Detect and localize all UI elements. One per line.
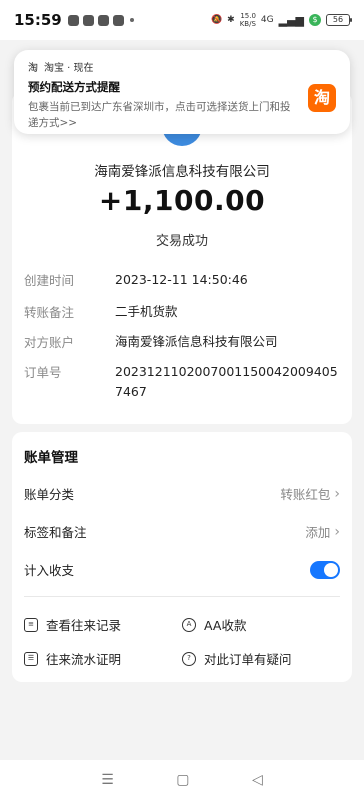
detail-transfer-note: 转账备注 二手机货款	[24, 304, 178, 320]
notification-title: 预约配送方式提醒	[28, 80, 120, 94]
chevron-right-icon: ›	[334, 523, 340, 540]
include-income-row: 计入收支	[24, 560, 340, 579]
document-icon: ☰	[24, 651, 38, 666]
back-icon[interactable]: ◁	[252, 772, 263, 788]
record-icon: ≡	[24, 617, 38, 632]
bill-management-title: 账单管理	[24, 450, 78, 466]
network-type: 4G	[260, 15, 274, 25]
bill-management-card: 账单管理 账单分类 转账红包 › 标签和备注 添加 › 计入收支 ≡ 查看往来记…	[12, 432, 352, 682]
transaction-amount: +1,100.00	[98, 184, 266, 217]
aa-payment-button[interactable]: A AA收款	[182, 615, 246, 634]
battery-icon: 56	[326, 14, 352, 26]
transaction-card: 海南爱锋派信息科技有限公司 +1,100.00 交易成功 创建时间 2023-1…	[12, 92, 352, 424]
detail-created-time: 创建时间 2023-12-11 14:50:46	[24, 272, 248, 288]
status-bar: 15:59 🔕 ✱ 15.0 KB/S 4G ▂▄▆ $ 56	[0, 0, 364, 40]
detail-counterparty: 对方账户 海南爱锋派信息科技有限公司	[24, 334, 278, 350]
view-history-button[interactable]: ≡ 查看往来记录	[24, 615, 121, 634]
tags-notes-row[interactable]: 标签和备注 添加 ›	[24, 522, 340, 541]
notification-app-icon	[67, 14, 79, 26]
chevron-right-icon: ›	[334, 485, 340, 502]
bill-category-value: 转账红包	[280, 487, 331, 502]
question-icon: ?	[182, 651, 196, 666]
more-notifications-icon	[129, 18, 134, 22]
divider	[24, 596, 340, 597]
network-speed: 15.0 KB/S	[239, 12, 256, 28]
notification-banner[interactable]: 淘 淘宝 · 现在 预约配送方式提醒 包裹当前已到达广东省深圳市，点击可选择送货…	[14, 50, 350, 134]
taobao-icon: 淘	[308, 84, 336, 112]
merchant-name: 海南爱锋派信息科技有限公司	[94, 164, 270, 180]
bluetooth-icon: ✱	[227, 15, 235, 25]
transaction-status: 交易成功	[155, 234, 208, 249]
system-nav-bar: ☰ ▢ ◁	[0, 760, 364, 800]
notification-app-icon	[82, 14, 94, 26]
menu-icon[interactable]: ☰	[101, 772, 114, 788]
mute-icon: 🔕	[210, 15, 223, 25]
vpn-icon: $	[309, 14, 321, 26]
statement-proof-button[interactable]: ☰ 往来流水证明	[24, 649, 121, 668]
bill-category-row[interactable]: 账单分类 转账红包 ›	[24, 484, 340, 503]
notification-app-icon	[97, 14, 109, 26]
aa-icon: A	[182, 617, 196, 632]
taobao-small-icon: 淘	[28, 63, 38, 74]
tags-add-value: 添加	[305, 525, 331, 540]
detail-order-number[interactable]: 订单号 20231211020070011500420094057467	[24, 362, 345, 402]
home-icon[interactable]: ▢	[176, 772, 189, 788]
wechat-icon	[112, 14, 124, 26]
notification-app-name: 淘宝 · 现在	[44, 63, 94, 74]
signal-icon: ▂▄▆	[278, 13, 304, 27]
include-income-toggle[interactable]	[310, 560, 340, 579]
notification-body: 包裹当前已到达广东省深圳市，点击可选择送货上门和投递方式>>	[28, 101, 291, 129]
order-question-button[interactable]: ? 对此订单有疑问	[182, 649, 292, 668]
status-time: 15:59	[14, 11, 62, 29]
